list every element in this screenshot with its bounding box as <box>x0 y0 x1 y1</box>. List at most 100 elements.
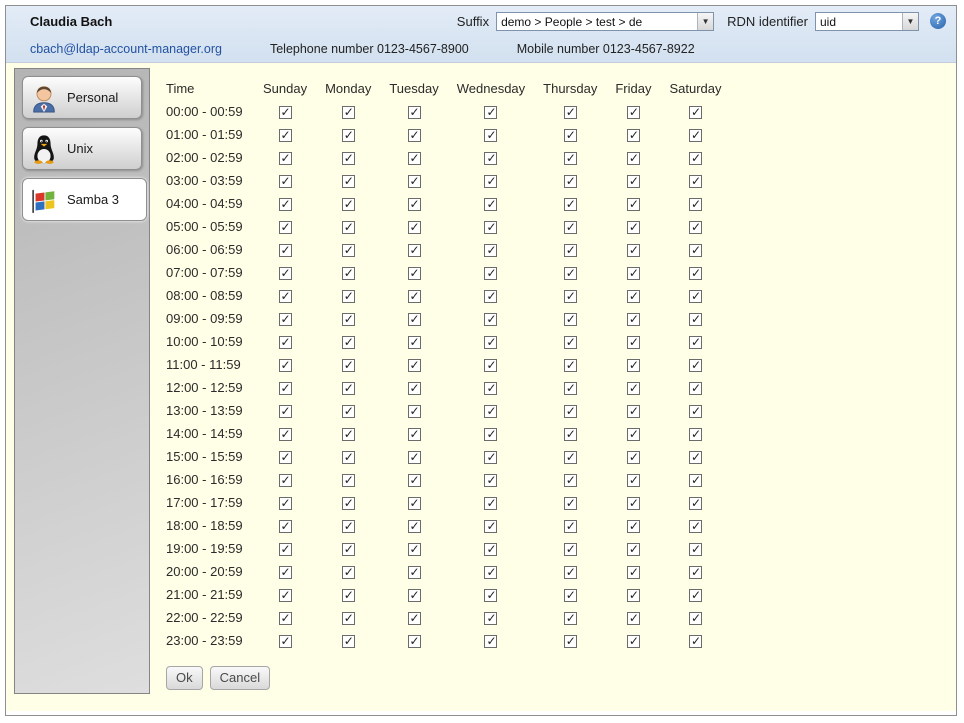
day-checkbox[interactable] <box>408 474 421 487</box>
day-checkbox[interactable] <box>627 198 640 211</box>
day-checkbox[interactable] <box>484 175 497 188</box>
day-checkbox[interactable] <box>342 290 355 303</box>
day-checkbox[interactable] <box>279 336 292 349</box>
day-checkbox[interactable] <box>627 520 640 533</box>
day-checkbox[interactable] <box>408 221 421 234</box>
day-checkbox[interactable] <box>689 520 702 533</box>
day-checkbox[interactable] <box>627 635 640 648</box>
day-checkbox[interactable] <box>627 267 640 280</box>
day-checkbox[interactable] <box>564 451 577 464</box>
day-checkbox[interactable] <box>342 451 355 464</box>
day-checkbox[interactable] <box>342 244 355 257</box>
day-checkbox[interactable] <box>342 566 355 579</box>
day-checkbox[interactable] <box>342 405 355 418</box>
suffix-select[interactable]: demo > People > test > de ▼ <box>496 12 714 31</box>
day-checkbox[interactable] <box>342 106 355 119</box>
day-checkbox[interactable] <box>627 221 640 234</box>
day-checkbox[interactable] <box>689 405 702 418</box>
day-checkbox[interactable] <box>408 129 421 142</box>
rdn-identifier-select[interactable]: uid ▼ <box>815 12 919 31</box>
day-checkbox[interactable] <box>564 175 577 188</box>
day-checkbox[interactable] <box>564 129 577 142</box>
day-checkbox[interactable] <box>408 428 421 441</box>
tab-samba3[interactable]: Samba 3 <box>22 178 147 221</box>
day-checkbox[interactable] <box>279 152 292 165</box>
day-checkbox[interactable] <box>484 198 497 211</box>
day-checkbox[interactable] <box>484 405 497 418</box>
ok-button[interactable]: Ok <box>166 666 203 690</box>
day-checkbox[interactable] <box>564 290 577 303</box>
day-checkbox[interactable] <box>279 451 292 464</box>
day-checkbox[interactable] <box>627 589 640 602</box>
day-checkbox[interactable] <box>484 152 497 165</box>
help-icon[interactable]: ? <box>930 13 946 29</box>
day-checkbox[interactable] <box>484 428 497 441</box>
day-checkbox[interactable] <box>627 313 640 326</box>
day-checkbox[interactable] <box>484 543 497 556</box>
day-checkbox[interactable] <box>279 635 292 648</box>
day-checkbox[interactable] <box>689 106 702 119</box>
day-checkbox[interactable] <box>279 382 292 395</box>
day-checkbox[interactable] <box>408 175 421 188</box>
day-checkbox[interactable] <box>408 359 421 372</box>
day-checkbox[interactable] <box>408 106 421 119</box>
day-checkbox[interactable] <box>484 290 497 303</box>
day-checkbox[interactable] <box>564 359 577 372</box>
day-checkbox[interactable] <box>484 336 497 349</box>
day-checkbox[interactable] <box>564 497 577 510</box>
day-checkbox[interactable] <box>342 635 355 648</box>
cancel-button[interactable]: Cancel <box>210 666 270 690</box>
day-checkbox[interactable] <box>279 175 292 188</box>
day-checkbox[interactable] <box>564 313 577 326</box>
day-checkbox[interactable] <box>689 497 702 510</box>
day-checkbox[interactable] <box>484 129 497 142</box>
day-checkbox[interactable] <box>279 267 292 280</box>
day-checkbox[interactable] <box>484 520 497 533</box>
day-checkbox[interactable] <box>408 152 421 165</box>
day-checkbox[interactable] <box>342 175 355 188</box>
day-checkbox[interactable] <box>408 198 421 211</box>
day-checkbox[interactable] <box>408 566 421 579</box>
day-checkbox[interactable] <box>689 474 702 487</box>
day-checkbox[interactable] <box>627 543 640 556</box>
day-checkbox[interactable] <box>408 313 421 326</box>
day-checkbox[interactable] <box>408 635 421 648</box>
day-checkbox[interactable] <box>342 612 355 625</box>
day-checkbox[interactable] <box>342 428 355 441</box>
day-checkbox[interactable] <box>689 589 702 602</box>
day-checkbox[interactable] <box>279 359 292 372</box>
day-checkbox[interactable] <box>484 244 497 257</box>
day-checkbox[interactable] <box>342 152 355 165</box>
day-checkbox[interactable] <box>689 359 702 372</box>
day-checkbox[interactable] <box>564 106 577 119</box>
day-checkbox[interactable] <box>689 336 702 349</box>
day-checkbox[interactable] <box>408 497 421 510</box>
day-checkbox[interactable] <box>484 566 497 579</box>
email-link[interactable]: cbach@ldap-account-manager.org <box>30 42 222 56</box>
day-checkbox[interactable] <box>564 566 577 579</box>
day-checkbox[interactable] <box>342 359 355 372</box>
day-checkbox[interactable] <box>279 244 292 257</box>
day-checkbox[interactable] <box>484 474 497 487</box>
day-checkbox[interactable] <box>279 221 292 234</box>
day-checkbox[interactable] <box>689 290 702 303</box>
day-checkbox[interactable] <box>564 612 577 625</box>
day-checkbox[interactable] <box>689 635 702 648</box>
day-checkbox[interactable] <box>408 336 421 349</box>
day-checkbox[interactable] <box>564 267 577 280</box>
day-checkbox[interactable] <box>342 129 355 142</box>
day-checkbox[interactable] <box>342 336 355 349</box>
day-checkbox[interactable] <box>342 543 355 556</box>
day-checkbox[interactable] <box>689 175 702 188</box>
day-checkbox[interactable] <box>279 313 292 326</box>
tab-unix[interactable]: Unix <box>22 127 142 170</box>
day-checkbox[interactable] <box>408 612 421 625</box>
day-checkbox[interactable] <box>408 543 421 556</box>
day-checkbox[interactable] <box>342 221 355 234</box>
day-checkbox[interactable] <box>564 543 577 556</box>
day-checkbox[interactable] <box>689 152 702 165</box>
day-checkbox[interactable] <box>689 244 702 257</box>
day-checkbox[interactable] <box>627 474 640 487</box>
day-checkbox[interactable] <box>279 290 292 303</box>
day-checkbox[interactable] <box>279 566 292 579</box>
